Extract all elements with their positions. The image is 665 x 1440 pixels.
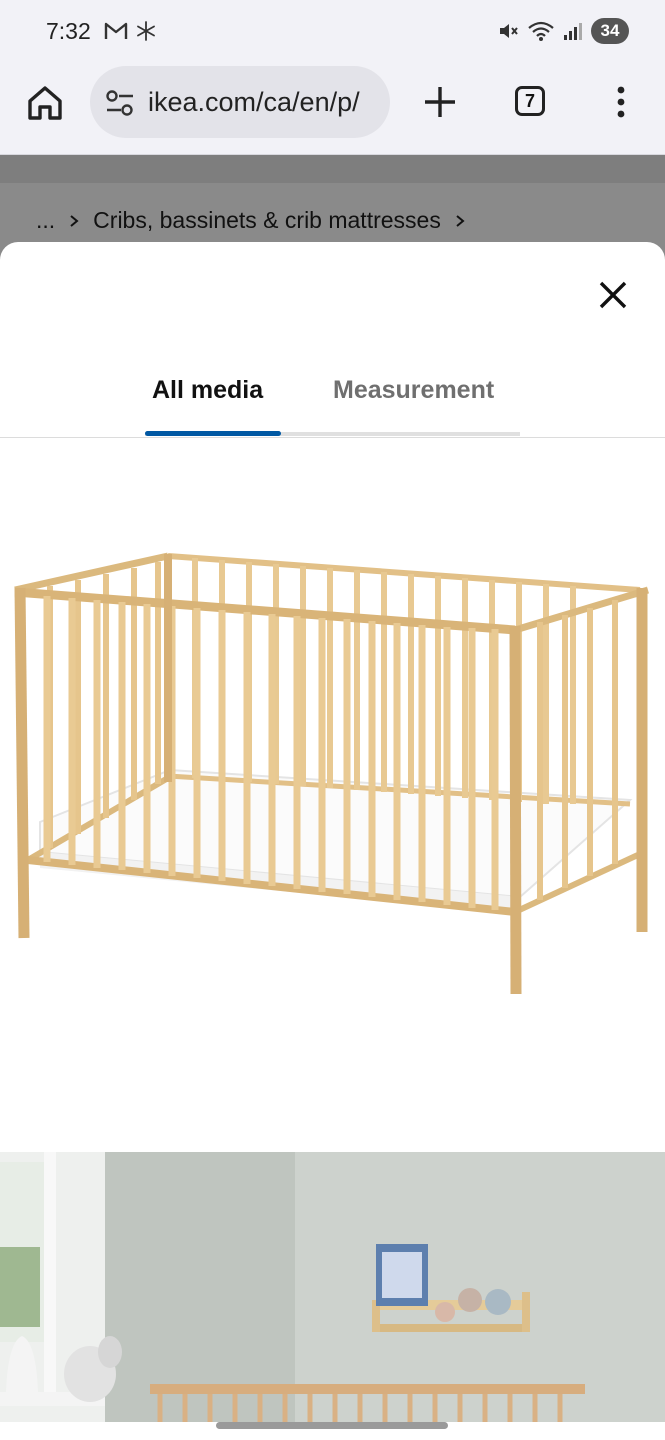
- address-bar[interactable]: ikea.com/ca/en/p/: [90, 66, 390, 138]
- close-icon[interactable]: [596, 278, 630, 312]
- gesture-navigation-bar[interactable]: [216, 1422, 448, 1429]
- wifi-icon: [528, 21, 554, 41]
- breadcrumb: ... Cribs, bassinets & crib mattresses: [36, 207, 465, 234]
- tab-all-media[interactable]: All media: [152, 376, 263, 405]
- breadcrumb-ellipsis[interactable]: ...: [36, 207, 55, 234]
- snowflake-icon: [137, 21, 155, 41]
- chevron-right-icon: [70, 214, 79, 227]
- site-settings-icon[interactable]: [104, 88, 136, 118]
- chevron-right-icon: [456, 214, 465, 227]
- tab-active-indicator: [145, 431, 281, 436]
- notification-icons: [104, 20, 156, 42]
- media-tabs: All media Measurement: [0, 352, 665, 440]
- tabs-divider: [0, 437, 665, 438]
- mute-icon: [500, 24, 518, 38]
- system-icons: 34: [497, 18, 629, 44]
- gmail-icon: [104, 22, 128, 39]
- home-icon[interactable]: [24, 82, 66, 124]
- tab-measurement[interactable]: Measurement: [333, 376, 494, 405]
- page-header-band: [0, 155, 665, 183]
- breadcrumb-item-cribs[interactable]: Cribs, bassinets & crib mattresses: [93, 207, 441, 234]
- kebab-menu-icon[interactable]: [606, 82, 636, 122]
- status-bar: 7:32 34: [0, 0, 665, 64]
- crib-product-image[interactable]: [0, 542, 665, 1012]
- nursery-room-image[interactable]: [0, 1152, 665, 1422]
- plus-icon[interactable]: [420, 82, 460, 122]
- battery-indicator: 34: [591, 18, 629, 44]
- url-text[interactable]: ikea.com/ca/en/p/: [148, 87, 380, 118]
- signal-icon: [564, 23, 582, 40]
- browser-toolbar: ikea.com/ca/en/p/ 7: [0, 64, 665, 155]
- tab-switcher-button[interactable]: 7: [515, 86, 545, 116]
- media-modal: All media Measurement: [0, 242, 665, 1440]
- status-time: 7:32: [46, 18, 91, 44]
